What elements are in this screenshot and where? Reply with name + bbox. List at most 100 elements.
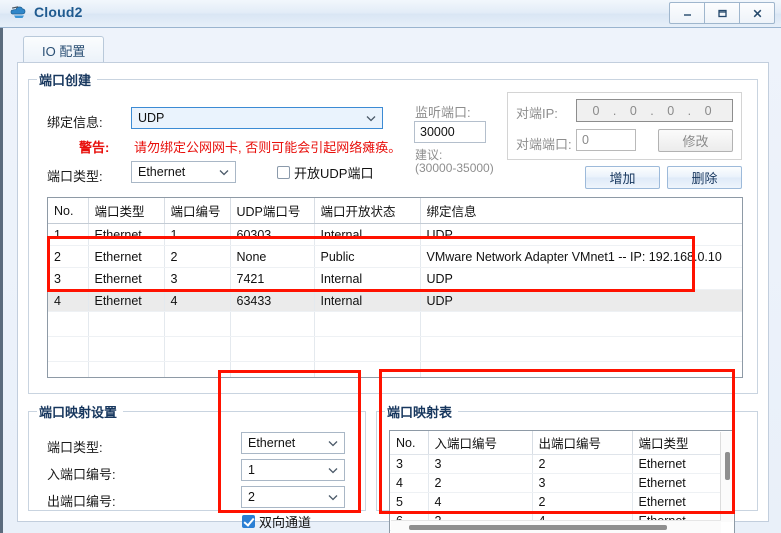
peer-settings-frame: 对端IP: 0 . 0 . 0 . 0 对端端口: 0 修改 [507,92,742,160]
title-bar: Cloud2 [0,0,781,28]
cell-portno: 3 [164,267,231,290]
checkbox-box [242,515,255,528]
cell-portno: 4 [164,289,231,312]
port-create-group-title: 端口创建 [37,70,98,89]
mapping-table-horizontal-scrollbar[interactable] [391,520,721,533]
map-port-type-value: Ethernet [248,436,296,450]
chevron-down-icon [328,441,338,447]
delete-port-button[interactable]: 删除 [667,166,742,189]
port-col-no: No. [48,198,89,224]
open-udp-port-label: 开放UDP端口 [294,166,374,181]
peer-ip-label: 对端IP: [516,106,558,121]
add-port-button[interactable]: 增加 [585,166,660,189]
application-window: Cloud2 IO 配置 端口创建 绑定信息: UDP 警告: 请勿绑定公网网卡… [0,0,781,533]
cell-state: Public [314,245,421,268]
port-type-value: Ethernet [138,165,186,179]
cloud-icon [9,4,29,24]
in-port-combo[interactable]: 1 [241,459,345,481]
bidirectional-channel-label: 双向通道 [259,515,312,530]
cell-inport: 2 [428,473,533,493]
cell-udpport: 63433 [230,289,315,312]
warning-text: 请勿绑定公网网卡, 否则可能会引起网络瘫痪。 [134,140,402,155]
table-row[interactable]: 3 3 2 Ethernet [390,454,721,474]
table-row[interactable]: 4 Ethernet 4 63433 Internal UDP [48,289,742,312]
peer-port-input[interactable]: 0 [576,129,636,151]
scrollbar-thumb[interactable] [409,525,667,530]
open-udp-port-checkbox[interactable]: 开放UDP端口 [277,163,373,182]
map-col-type: 端口类型 [632,431,721,455]
mapping-table-vertical-scrollbar[interactable] [720,432,733,522]
binding-info-label: 绑定信息: [47,115,103,130]
cell-binding: UDP [420,289,742,312]
cell-state: Internal [314,267,421,290]
port-table[interactable]: No. 端口类型 端口编号 UDP端口号 端口开放状态 绑定信息 1 Ether… [47,197,743,378]
peer-ip-value: 0 . 0 . 0 . 0 [592,103,717,118]
cell-no: 3 [48,267,89,290]
port-table-grid: No. 端口类型 端口编号 UDP端口号 端口开放状态 绑定信息 1 Ether… [48,198,742,377]
peer-ip-input[interactable]: 0 . 0 . 0 . 0 [576,99,733,122]
cell-binding: UDP [420,267,742,290]
map-col-inport: 入端口编号 [428,431,533,455]
chevron-down-icon [328,468,338,474]
cell-no: 2 [48,245,89,268]
table-row[interactable]: 4 2 3 Ethernet [390,473,721,493]
cell-no: 4 [390,473,429,493]
cell-udpport: 7421 [230,267,315,290]
table-row[interactable]: 2 Ethernet 2 None Public VMware Network … [48,245,742,268]
mapping-table[interactable]: No. 入端口编号 出端口编号 端口类型 3 3 2 Ethernet 4 2 … [389,430,735,533]
cell-type: Ethernet [632,473,721,493]
out-port-combo[interactable]: 2 [241,486,345,508]
table-row[interactable] [48,336,742,362]
map-col-no: No. [390,431,429,455]
warning-label: 警告: [79,140,110,155]
table-row[interactable]: 3 Ethernet 3 7421 Internal UDP [48,267,742,290]
minimize-button[interactable] [669,2,705,24]
close-button[interactable] [739,2,775,24]
port-type-combo[interactable]: Ethernet [131,161,236,183]
table-row[interactable]: 1 Ethernet 1 60303 Internal UDP [48,223,742,246]
table-row[interactable] [48,311,742,337]
bidirectional-channel-checkbox[interactable]: 双向通道 [242,512,311,531]
cell-type: Ethernet [88,223,165,246]
port-col-binding: 绑定信息 [420,198,742,224]
table-row[interactable]: 5 4 2 Ethernet [390,492,721,512]
cell-state: Internal [314,223,421,246]
modify-button[interactable]: 修改 [658,129,733,152]
maximize-button[interactable] [704,2,740,24]
out-port-value: 2 [248,490,255,504]
cell-type: Ethernet [88,245,165,268]
chevron-down-icon [366,116,376,122]
tab-io-config[interactable]: IO 配置 [23,36,105,65]
map-port-type-combo[interactable]: Ethernet [241,432,345,454]
suggest-range: (30000-35000) [415,161,494,175]
table-row[interactable] [48,361,742,377]
listen-port-input[interactable]: 30000 [414,121,486,143]
checkbox-box [277,166,290,179]
peer-port-label: 对端端口: [516,137,572,152]
cell-state: Internal [314,289,421,312]
cell-outport: 2 [532,492,633,512]
mapping-header-row: No. 入端口编号 出端口编号 端口类型 [390,431,721,455]
cell-inport: 3 [428,454,533,474]
peer-port-value: 0 [582,133,589,147]
binding-info-combo[interactable]: UDP [131,107,383,129]
client-area: IO 配置 端口创建 绑定信息: UDP 警告: 请勿绑定公网网卡, 否则可能会… [0,28,781,533]
port-create-group: 端口创建 绑定信息: UDP 警告: 请勿绑定公网网卡, 否则可能会引起网络瘫痪… [28,70,758,394]
cell-no: 1 [48,223,89,246]
scrollbar-thumb[interactable] [725,452,730,480]
cell-outport: 2 [532,454,633,474]
chevron-down-icon [328,495,338,501]
port-col-state: 端口开放状态 [314,198,421,224]
cell-type: Ethernet [88,267,165,290]
cell-portno: 1 [164,223,231,246]
port-table-header-row: No. 端口类型 端口编号 UDP端口号 端口开放状态 绑定信息 [48,198,742,224]
mapping-settings-group: 端口映射设置 端口类型: Ethernet 入端口编号: 1 出端口编号: 2 … [28,402,366,530]
cell-udpport: None [230,245,315,268]
cell-binding: UDP [420,223,742,246]
map-port-type-label: 端口类型: [47,440,103,455]
map-col-outport: 出端口编号 [532,431,633,455]
cell-type: Ethernet [632,454,721,474]
window-controls [669,2,775,24]
cell-binding: VMware Network Adapter VMnet1 -- IP: 192… [420,245,742,268]
main-panel: 端口创建 绑定信息: UDP 警告: 请勿绑定公网网卡, 否则可能会引起网络瘫痪… [17,62,769,533]
